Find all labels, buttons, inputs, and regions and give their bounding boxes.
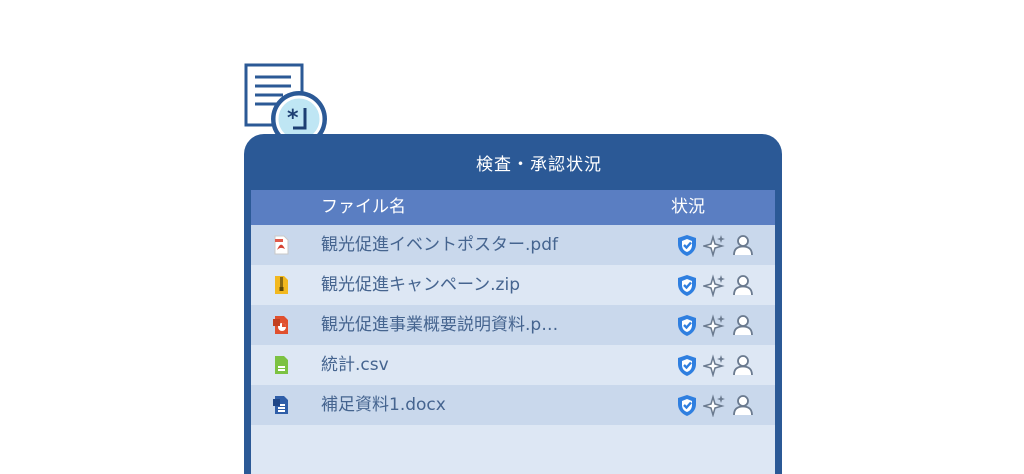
table-row[interactable]: 補足資料1.docx [251, 385, 775, 425]
column-header-status: 状況 [671, 197, 705, 217]
user-icon [731, 313, 755, 337]
inspection-status-panel: 検査・承認状況 ファイル名 状況 観光促進イベントポスター.pdf 観光促進キャ… [244, 134, 782, 474]
user-icon [731, 393, 755, 417]
shield-check-icon [675, 233, 699, 257]
pdf-file-icon [271, 235, 291, 255]
status-icons [675, 353, 755, 377]
table-row[interactable]: 観光促進イベントポスター.pdf [251, 225, 775, 265]
user-icon [731, 233, 755, 257]
csv-file-icon [271, 355, 291, 375]
column-header-file-name: ファイル名 [321, 197, 406, 217]
sparkle-icon [703, 233, 727, 257]
file-name: 観光促進事業概要説明資料.p… [321, 315, 559, 335]
panel-title: 検査・承認状況 [476, 154, 602, 175]
table-row[interactable]: 観光促進事業概要説明資料.p… [251, 305, 775, 345]
file-status-table: ファイル名 状況 観光促進イベントポスター.pdf 観光促進キャンペーン.zip… [251, 190, 775, 474]
shield-check-icon [675, 393, 699, 417]
status-icons [675, 393, 755, 417]
word-file-icon [271, 395, 291, 415]
file-name: 統計.csv [321, 355, 389, 375]
sparkle-icon [703, 273, 727, 297]
shield-check-icon [675, 353, 699, 377]
status-icons [675, 313, 755, 337]
sparkle-icon [703, 313, 727, 337]
table-header: ファイル名 状況 [251, 190, 775, 225]
powerpoint-file-icon [271, 315, 291, 335]
table-row[interactable]: 統計.csv [251, 345, 775, 385]
status-icons [675, 273, 755, 297]
user-icon [731, 353, 755, 377]
status-icons [675, 233, 755, 257]
file-name: 観光促進イベントポスター.pdf [321, 235, 558, 255]
shield-check-icon [675, 313, 699, 337]
shield-check-icon [675, 273, 699, 297]
file-name: 観光促進キャンペーン.zip [321, 275, 520, 295]
table-row[interactable]: 観光促進キャンペーン.zip [251, 265, 775, 305]
user-icon [731, 273, 755, 297]
sparkle-icon [703, 353, 727, 377]
zip-file-icon [271, 275, 291, 295]
table-body: 観光促進イベントポスター.pdf 観光促進キャンペーン.zip 観光促進事業概要… [251, 225, 775, 425]
sparkle-icon [703, 393, 727, 417]
file-name: 補足資料1.docx [321, 395, 446, 415]
